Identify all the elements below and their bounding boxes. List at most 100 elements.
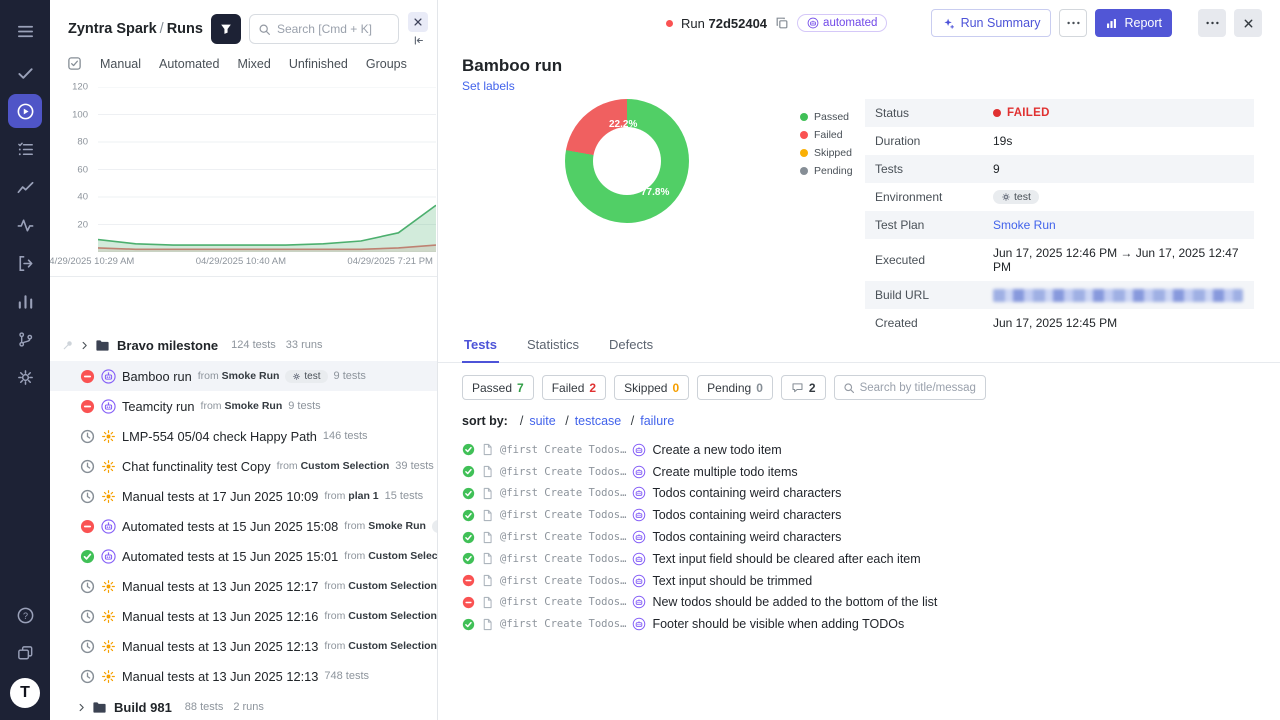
pending-clock-icon: [80, 669, 95, 684]
run-row[interactable]: Manual tests at 13 Jun 2025 12:17 from C…: [50, 571, 437, 601]
trend-chart-icon[interactable]: [8, 170, 42, 204]
robot-icon: [632, 508, 646, 522]
sort-link[interactable]: suite: [529, 414, 555, 428]
filter-chip[interactable]: 2: [781, 375, 826, 400]
test-row[interactable]: @first Create Todos… Create multiple tod…: [462, 461, 1256, 483]
test-row[interactable]: @first Create Todos… Todos containing we…: [462, 504, 1256, 526]
test-row[interactable]: @first Create Todos… Text input should b…: [462, 570, 1256, 592]
sun-icon: [101, 639, 116, 654]
filter-chips: Passed 7 Failed 2 Skipped 0: [462, 375, 826, 400]
detail-label: Tests: [875, 162, 993, 176]
filter-count: 2: [809, 381, 816, 395]
bar-chart-icon[interactable]: [8, 284, 42, 318]
run-source: from Smoke Run: [344, 520, 426, 532]
check-icon[interactable]: [8, 56, 42, 90]
filter-chip[interactable]: Skipped 0: [614, 375, 689, 400]
file-icon: [481, 596, 494, 609]
run-row[interactable]: Manual tests at 13 Jun 2025 12:13 from 7…: [50, 661, 437, 691]
run-row[interactable]: Automated tests at 15 Jun 2025 15:01 fro…: [50, 541, 437, 571]
filter-chip[interactable]: Pending 0: [697, 375, 773, 400]
chevron-right-icon[interactable]: [76, 702, 87, 713]
filter-chip[interactable]: Failed 2: [542, 375, 606, 400]
runs-search-input[interactable]: [277, 22, 390, 36]
menu-icon[interactable]: [8, 14, 42, 48]
run-row[interactable]: Manual tests at 13 Jun 2025 12:16 from C…: [50, 601, 437, 631]
test-filters: Passed 7 Failed 2 Skipped 0: [438, 363, 1280, 404]
filter-label: Failed: [552, 381, 585, 395]
breadcrumb-project[interactable]: Zyntra Spark: [68, 21, 157, 37]
passed-icon: [462, 552, 475, 565]
run-filter-tab[interactable]: Groups: [366, 57, 407, 71]
test-row[interactable]: @first Create Todos… Footer should be vi…: [462, 613, 1256, 635]
passed-icon: [80, 549, 95, 564]
run-tab[interactable]: Defects: [607, 333, 655, 362]
test-row[interactable]: @first Create Todos… Create a new todo i…: [462, 439, 1256, 461]
build-group-row[interactable]: Build 981 88 tests2 runs: [50, 691, 437, 720]
activity-icon[interactable]: [8, 208, 42, 242]
test-suite-path: @first Create Todos…: [500, 575, 626, 587]
run-filter-tab[interactable]: Manual: [100, 57, 141, 71]
sort-link[interactable]: failure: [640, 414, 674, 428]
run-row[interactable]: Bamboo run from Smoke Run test 9 tests: [50, 361, 437, 391]
run-filter-tab[interactable]: Automated: [159, 57, 219, 71]
run-row[interactable]: LMP-554 05/04 check Happy Path from 146 …: [50, 421, 437, 451]
runs-play-icon[interactable]: [8, 94, 42, 128]
detail-row: Executed Jun 17, 2025 12:46 PM → Jun 17,…: [865, 239, 1254, 281]
task-list-icon[interactable]: [8, 132, 42, 166]
test-row[interactable]: @first Create Todos… New todos should be…: [462, 592, 1256, 614]
close-panel-icon[interactable]: [408, 12, 428, 32]
legend-label: Skipped: [814, 147, 852, 159]
run-summary-button[interactable]: Run Summary: [931, 9, 1052, 37]
run-filter-tab[interactable]: Mixed: [237, 57, 270, 71]
run-row[interactable]: Chat functinality test Copy from Custom …: [50, 451, 437, 481]
run-filter-tab[interactable]: Unfinished: [289, 57, 348, 71]
test-status-icon: [462, 531, 475, 544]
import-icon[interactable]: [8, 246, 42, 280]
test-title: Text input field should be cleared after…: [652, 552, 920, 566]
runs-panel-header: Zyntra Spark/Runs: [50, 0, 437, 54]
help-icon[interactable]: ?: [8, 598, 42, 632]
test-status-icon: [462, 552, 475, 565]
app-logo[interactable]: T: [10, 678, 40, 708]
run-type-icon: [101, 549, 116, 564]
branch-icon[interactable]: [8, 322, 42, 356]
breadcrumb-section[interactable]: Runs: [167, 21, 203, 37]
run-row[interactable]: Automated tests at 15 Jun 2025 15:08 fro…: [50, 511, 437, 541]
file-icon: [481, 465, 494, 478]
sort-link[interactable]: testcase: [575, 414, 622, 428]
more-actions-button[interactable]: [1059, 9, 1087, 37]
window-more-button[interactable]: [1198, 9, 1226, 37]
breadcrumb: Zyntra Spark/Runs: [68, 21, 203, 37]
collapse-left-icon[interactable]: [413, 35, 424, 46]
gear-icon[interactable]: [8, 360, 42, 394]
test-row[interactable]: @first Create Todos… Todos containing we…: [462, 483, 1256, 505]
automated-badge[interactable]: automated: [797, 14, 887, 32]
report-button[interactable]: Report: [1095, 9, 1172, 37]
sun-icon: [101, 669, 116, 684]
run-type-icon: [101, 489, 116, 504]
filter-chip[interactable]: Passed 7: [462, 375, 534, 400]
run-row[interactable]: Manual tests at 17 Jun 2025 10:09 from p…: [50, 481, 437, 511]
folders-icon[interactable]: [8, 636, 42, 670]
run-row[interactable]: Teamcity run from Smoke Run 9 tests: [50, 391, 437, 421]
run-tab[interactable]: Statistics: [525, 333, 581, 362]
detail-value: Smoke Run Smoke Run: [993, 218, 1244, 232]
run-tab[interactable]: Tests: [462, 333, 499, 363]
select-all-icon[interactable]: [67, 56, 82, 71]
set-labels-link[interactable]: Set labels: [462, 79, 1256, 93]
copy-icon[interactable]: [775, 16, 789, 30]
filter-button[interactable]: [211, 14, 241, 44]
test-row[interactable]: @first Create Todos… Todos containing we…: [462, 526, 1256, 548]
x-label: 04/29/2025 10:40 AM: [196, 256, 286, 267]
status-dot: [993, 109, 1001, 117]
run-row[interactable]: Manual tests at 13 Jun 2025 12:13 from C…: [50, 631, 437, 661]
test-row[interactable]: @first Create Todos… Text input field sh…: [462, 548, 1256, 570]
test-status-icon: [462, 574, 475, 587]
tests-list: @first Create Todos… Create a new todo i…: [438, 434, 1280, 640]
test-title: New todos should be added to the bottom …: [652, 595, 937, 609]
test-title: Todos containing weird characters: [652, 530, 841, 544]
close-run-button[interactable]: [1234, 9, 1262, 37]
tests-search-input[interactable]: [860, 382, 977, 394]
milestone-group-row[interactable]: Bravo milestone 124 tests33 runs: [50, 329, 437, 361]
chevron-right-icon[interactable]: [79, 340, 90, 351]
